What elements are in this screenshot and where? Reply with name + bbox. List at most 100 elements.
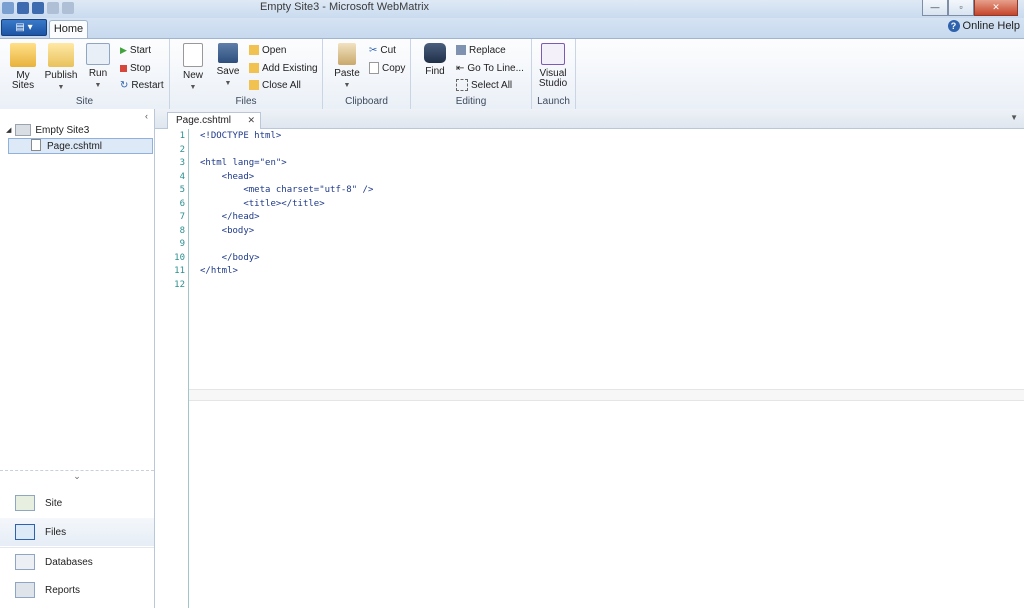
visual-studio-button[interactable]: Visual Studio — [535, 43, 571, 89]
stop-label: Stop — [130, 62, 151, 74]
tab-list-dropdown-icon[interactable]: ▼ — [1010, 113, 1018, 122]
line-number: 8 — [179, 226, 185, 236]
restart-label: Restart — [131, 79, 164, 91]
databases-workspace-icon — [15, 554, 35, 570]
code-editor-area[interactable]: Page.cshtml ✕ ▼ 1 2 3 4 5 6 7 8 9 10 11 … — [155, 109, 1024, 608]
copy-button[interactable]: Copy — [369, 61, 405, 75]
close-button[interactable]: ✕ — [974, 0, 1018, 16]
line-number: 1 — [179, 131, 185, 141]
select-all-label: Select All — [471, 79, 513, 91]
site-tree-pane: ‹ ◢ Empty Site3 Page.cshtml ⌄ Site Files… — [0, 109, 155, 608]
close-tab-icon[interactable]: ✕ — [247, 113, 255, 128]
workspace-files[interactable]: Files — [0, 518, 154, 546]
ribbon-group-site: My Sites Publish ▼ Run ▼ ▶ Start Stop ↻ … — [0, 39, 170, 109]
cut-label: Cut — [380, 44, 396, 56]
run-button[interactable]: Run ▼ — [80, 43, 116, 91]
publish-icon — [48, 43, 74, 67]
find-button[interactable]: Find — [417, 43, 453, 77]
ribbon-tab-row: ▤ ▾ Home ? Online Help — [0, 18, 1024, 40]
site-workspace-icon — [15, 495, 35, 511]
select-all-icon — [456, 79, 468, 91]
workspace-site-label: Site — [45, 497, 63, 509]
line-number: 9 — [179, 239, 185, 249]
ribbon-group-editing: Find Replace ⇤ Go To Line... Select All … — [411, 39, 532, 109]
line-number: 2 — [179, 145, 185, 155]
new-file-icon — [183, 43, 203, 67]
workspace-site[interactable]: Site — [0, 489, 154, 517]
code-line: </html> — [200, 266, 238, 276]
stop-icon — [120, 64, 127, 72]
stop-button[interactable]: Stop — [120, 61, 151, 75]
run-icon — [86, 43, 110, 65]
paste-button[interactable]: Paste ▼ — [329, 43, 365, 91]
line-number: 3 — [179, 158, 185, 168]
workspace-splitter[interactable]: ⌄ — [0, 470, 154, 483]
ribbon-group-launch: Visual Studio Launch — [532, 39, 576, 109]
application-menu-button[interactable]: ▤ ▾ — [1, 19, 47, 36]
tree-file-page-cshtml[interactable]: Page.cshtml — [8, 138, 153, 154]
close-all-button[interactable]: Close All — [249, 78, 301, 92]
copy-label: Copy — [382, 62, 406, 74]
new-button[interactable]: New ▼ — [175, 43, 211, 93]
start-label: Start — [129, 44, 152, 56]
tree-root-site[interactable]: ◢ Empty Site3 — [6, 124, 89, 136]
replace-button[interactable]: Replace — [456, 43, 506, 57]
code-line: <body> — [200, 226, 255, 236]
editing-group-label: Editing — [455, 96, 487, 107]
save-label: Save — [216, 66, 240, 77]
save-dropdown-icon[interactable]: ▼ — [210, 79, 246, 89]
paste-dropdown-icon[interactable]: ▼ — [329, 81, 365, 91]
save-button[interactable]: Save ▼ — [210, 43, 246, 89]
publish-dropdown-icon[interactable]: ▼ — [43, 83, 79, 93]
restart-icon: ↻ — [120, 79, 129, 91]
find-label: Find — [425, 66, 445, 77]
window-controls: — ▫ ✕ — [922, 0, 1018, 16]
my-sites-button[interactable]: My Sites — [5, 43, 41, 91]
publish-label: Publish — [44, 70, 78, 81]
collapse-pane-icon[interactable]: ‹ — [145, 111, 148, 121]
restart-button[interactable]: ↻ Restart — [120, 78, 164, 92]
tab-home[interactable]: Home — [49, 20, 88, 40]
tree-root-label: Empty Site3 — [35, 124, 90, 136]
maximize-button[interactable]: ▫ — [948, 0, 974, 16]
line-number: 11 — [174, 266, 185, 276]
workspace-databases-label: Databases — [45, 556, 93, 568]
save-icon-large — [218, 43, 238, 63]
close-all-icon — [249, 80, 259, 90]
new-label: New — [182, 70, 203, 81]
new-dropdown-icon[interactable]: ▼ — [175, 83, 211, 93]
cut-button[interactable]: ✂ Cut — [369, 43, 396, 57]
visual-studio-icon — [541, 43, 565, 65]
select-all-button[interactable]: Select All — [456, 78, 512, 92]
document-tab[interactable]: Page.cshtml ✕ — [167, 112, 261, 129]
document-tab-strip: Page.cshtml ✕ ▼ — [155, 109, 1024, 129]
expand-triangle-icon[interactable]: ◢ — [6, 126, 11, 134]
reports-workspace-icon — [15, 582, 35, 598]
minimize-button[interactable]: — — [922, 0, 948, 16]
visual-studio-label: Visual Studio — [538, 68, 568, 89]
code-line: <html lang="en"> — [200, 158, 287, 168]
workspace-databases[interactable]: Databases — [0, 547, 154, 576]
go-to-line-icon: ⇤ — [456, 62, 465, 74]
close-all-label: Close All — [262, 79, 301, 91]
open-folder-icon — [249, 45, 259, 55]
replace-label: Replace — [469, 44, 506, 56]
line-number: 7 — [179, 212, 185, 222]
start-button[interactable]: ▶ Start — [120, 43, 151, 57]
open-button[interactable]: Open — [249, 43, 286, 57]
online-help[interactable]: ? Online Help — [947, 20, 1020, 32]
run-label: Run — [88, 68, 108, 79]
add-existing-icon — [249, 63, 259, 73]
go-to-line-button[interactable]: ⇤ Go To Line... — [456, 61, 524, 75]
code-line: <!DOCTYPE html> — [200, 131, 282, 141]
line-number: 10 — [174, 253, 185, 263]
cut-icon: ✂ — [369, 44, 378, 56]
start-icon: ▶ — [120, 44, 127, 55]
run-dropdown-icon[interactable]: ▼ — [80, 81, 116, 91]
line-number: 4 — [179, 172, 185, 182]
add-existing-button[interactable]: Add Existing — [249, 61, 318, 75]
publish-button[interactable]: Publish ▼ — [43, 43, 79, 93]
workspace-reports[interactable]: Reports — [0, 576, 154, 604]
ribbon-group-clipboard: Paste ▼ ✂ Cut Copy Clipboard — [323, 39, 411, 109]
binoculars-icon — [424, 43, 446, 63]
